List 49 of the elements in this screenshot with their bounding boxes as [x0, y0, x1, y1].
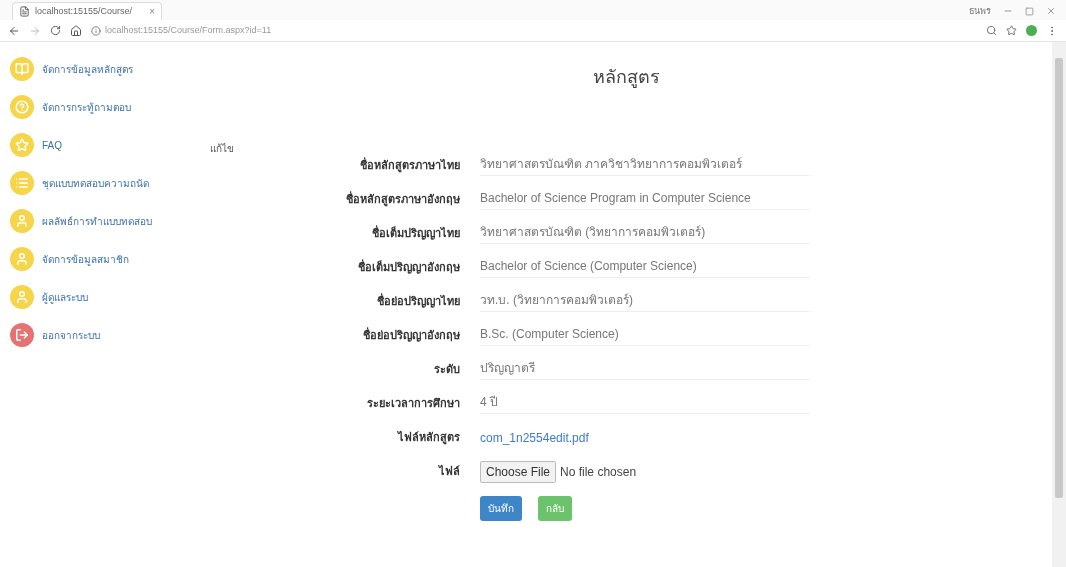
field-value: ปริญญาตรี: [480, 359, 810, 380]
field-value: วท.บ. (วิทยาการคอมพิวเตอร์): [480, 291, 810, 312]
bookmark-icon[interactable]: [1006, 25, 1017, 36]
close-icon[interactable]: ×: [149, 4, 155, 19]
field-value: Bachelor of Science Program in Computer Science: [480, 189, 810, 210]
sidebar-item[interactable]: ชุดแบบทดสอบความถนัด: [10, 171, 210, 195]
sidebar-item[interactable]: FAQ: [10, 133, 210, 157]
tab-title: localhost:15155/Course/: [35, 4, 133, 18]
page-icon: [19, 6, 30, 17]
choose-file-button[interactable]: Choose File: [480, 460, 557, 483]
sidebar-item[interactable]: ผลลัพธ์การทำแบบทดสอบ: [10, 209, 210, 233]
address-text: localhost:15155/Course/Form.aspx?id=11: [105, 23, 272, 37]
field-label: ชื่อหลักสูตรภาษาอังกฤษ: [345, 191, 460, 208]
scrollbar[interactable]: [1052, 42, 1066, 567]
field-label: ไฟล์หลักสูตร: [396, 430, 460, 446]
field-label: ชื่อย่อปริญญาไทย: [376, 293, 460, 310]
sidebar-item[interactable]: จัดการข้อมูลหลักสูตร: [10, 57, 210, 81]
field-value: 4 ปี: [480, 393, 810, 414]
home-icon[interactable]: [70, 24, 82, 37]
maximize-icon[interactable]: [1025, 6, 1034, 16]
field-label: ระยะเวลาการศึกษา: [366, 396, 460, 412]
form-title: หลักสูตร: [592, 66, 660, 90]
back-icon[interactable]: [8, 24, 20, 37]
field-label: ชื่อย่อปริญญาอังกฤษ: [362, 327, 460, 344]
file-status: No file chosen: [560, 463, 637, 481]
mode-label: แก้ไข: [210, 143, 234, 154]
field-label: ชื่อหลักสูตรภาษาไทย: [359, 157, 460, 174]
info-icon: [91, 25, 101, 36]
field-label: ระดับ: [433, 362, 460, 378]
close-window-icon[interactable]: [1046, 6, 1056, 17]
sidebar-item[interactable]: ผู้ดูแลระบบ: [10, 285, 210, 309]
address-bar[interactable]: localhost:15155/Course/Form.aspx?id=11: [91, 23, 977, 38]
field-label: ไฟล์: [437, 464, 460, 480]
field-value: B.Sc. (Computer Science): [480, 325, 810, 346]
reload-icon[interactable]: [50, 25, 61, 36]
field-value: วิทยาศาสตรบัณฑิต ภาควิชาวิทยาการคอมพิวเตอร์: [480, 155, 810, 176]
field-label: ชื่อเต็มปริญญาอังกฤษ: [357, 259, 460, 276]
field-value: วิทยาศาสตรบัณฑิต (วิทยาการคอมพิวเตอร์): [480, 223, 810, 244]
sidebar-item[interactable]: จัดการกระทู้ถามตอบ: [10, 95, 210, 119]
file-link[interactable]: com_1n2554edit.pdf: [480, 428, 589, 447]
field-value: Bachelor of Science (Computer Science): [480, 257, 810, 278]
browser-tab[interactable]: localhost:15155/Course/ ×: [12, 2, 162, 20]
save-button[interactable]: บันทึก: [480, 496, 522, 521]
search-icon[interactable]: [986, 25, 997, 36]
sidebar-item[interactable]: ออกจากระบบ: [10, 323, 210, 347]
profile-name[interactable]: ธนพร: [969, 4, 991, 18]
extension-icon[interactable]: [1026, 25, 1037, 36]
field-label: ชื่อเต็มปริญญาไทย: [371, 225, 460, 242]
sidebar-item[interactable]: จัดการข้อมูลสมาชิก: [10, 247, 210, 271]
